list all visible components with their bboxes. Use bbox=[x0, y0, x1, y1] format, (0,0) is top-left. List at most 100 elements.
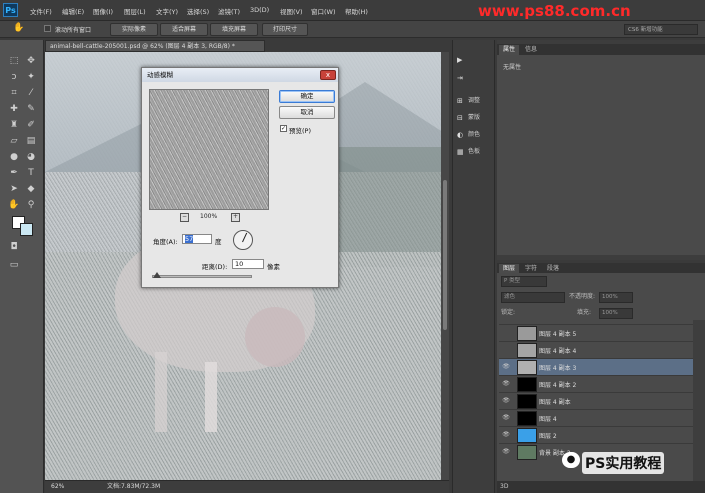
menu-filter[interactable]: 滤镜(T) bbox=[218, 6, 240, 16]
type-tool-icon[interactable]: T bbox=[25, 168, 37, 179]
angle-value: 57 bbox=[185, 235, 194, 243]
ok-button[interactable]: 确定 bbox=[279, 90, 335, 103]
tab-info[interactable]: 信息 bbox=[521, 45, 541, 55]
menu-3d[interactable]: 3D(D) bbox=[250, 6, 269, 14]
play-panel-button[interactable]: ▶ bbox=[457, 56, 468, 64]
angle-label: 角度(A): bbox=[153, 238, 178, 246]
layer-row[interactable]: 图层 4 副本 4 bbox=[499, 341, 693, 358]
visibility-eye-icon[interactable] bbox=[502, 346, 510, 353]
visibility-eye-icon[interactable]: 👁 bbox=[502, 414, 510, 421]
healing-brush-icon[interactable]: ✚ bbox=[8, 104, 20, 115]
history-panel-button[interactable]: ⇥ bbox=[457, 74, 468, 82]
visibility-eye-icon[interactable] bbox=[502, 329, 510, 336]
eraser-icon[interactable]: ▱ bbox=[8, 136, 20, 147]
layer-row[interactable]: 图层 4 副本 5 bbox=[499, 324, 693, 341]
visibility-eye-icon[interactable]: 👁 bbox=[502, 363, 510, 370]
actual-pixels-button[interactable]: 实际像素 bbox=[110, 23, 158, 36]
masks-panel-button[interactable]: ⊟ 蒙版 bbox=[457, 112, 480, 122]
menu-select[interactable]: 选择(S) bbox=[187, 6, 209, 16]
move-tool-icon[interactable]: ✥ bbox=[25, 56, 37, 67]
preview-zoom: 100% bbox=[200, 213, 218, 220]
visibility-eye-icon[interactable]: 👁 bbox=[502, 431, 510, 438]
hand-tool-icon[interactable]: ✋ bbox=[13, 23, 24, 33]
scrollbar-thumb[interactable] bbox=[443, 180, 447, 330]
zoom-in-button[interactable]: + bbox=[231, 213, 240, 222]
layers-scrollbar[interactable] bbox=[693, 320, 705, 493]
layer-name: 图层 4 副本 5 bbox=[539, 331, 577, 338]
motion-blur-dialog: 动感模糊 x − 100% + 确定 取消 ✓ 预览(P) 角度(A): 57 … bbox=[141, 67, 339, 288]
distance-slider-thumb[interactable] bbox=[153, 272, 161, 278]
preview-checkbox[interactable]: ✓ bbox=[280, 125, 287, 132]
layer-row[interactable]: 👁 图层 4 副本 2 bbox=[499, 375, 693, 392]
adjustments-panel-button[interactable]: ⊞ 调整 bbox=[457, 95, 480, 105]
magic-wand-icon[interactable]: ✦ bbox=[25, 72, 37, 83]
swatches-label: 色板 bbox=[468, 148, 481, 155]
visibility-eye-icon[interactable]: 👁 bbox=[502, 397, 510, 404]
background-color[interactable] bbox=[20, 223, 33, 236]
crop-tool-icon[interactable]: ⌗ bbox=[8, 88, 20, 99]
clone-stamp-icon[interactable]: ♜ bbox=[8, 120, 20, 131]
gradient-icon[interactable]: ▤ bbox=[25, 136, 37, 147]
fill-screen-button[interactable]: 填充屏幕 bbox=[210, 23, 258, 36]
menu-file[interactable]: 文件(F) bbox=[30, 6, 52, 16]
mask-icon: ⊟ bbox=[457, 113, 463, 122]
menu-view[interactable]: 视图(V) bbox=[280, 6, 303, 16]
scroll-all-checkbox[interactable] bbox=[44, 25, 51, 32]
visibility-eye-icon[interactable]: 👁 bbox=[502, 448, 510, 455]
layer-row[interactable]: 👁 图层 2 bbox=[499, 426, 693, 443]
layer-name: 图层 4 副本 2 bbox=[539, 382, 577, 389]
menu-image[interactable]: 图像(I) bbox=[93, 6, 113, 16]
properties-body bbox=[497, 55, 705, 255]
opacity-input[interactable]: 100% bbox=[599, 292, 633, 303]
menu-type[interactable]: 文字(Y) bbox=[156, 6, 178, 16]
menu-edit[interactable]: 编辑(E) bbox=[62, 6, 84, 16]
layer-thumbnail bbox=[517, 445, 537, 460]
brush-tool-icon[interactable]: ✎ bbox=[25, 104, 37, 115]
layer-thumbnail bbox=[517, 377, 537, 392]
blend-mode-select[interactable]: 滤色 bbox=[501, 292, 565, 303]
print-size-button[interactable]: 打印尺寸 bbox=[262, 23, 308, 36]
eyedropper-icon[interactable]: ⁄ bbox=[25, 88, 37, 99]
path-select-icon[interactable]: ➤ bbox=[8, 184, 20, 195]
tab-properties[interactable]: 属性 bbox=[499, 45, 520, 55]
3d-panel-tab[interactable]: 3D bbox=[497, 481, 705, 493]
hand-icon[interactable]: ✋ bbox=[8, 200, 20, 211]
lasso-tool-icon[interactable]: ↄ bbox=[8, 72, 20, 83]
zoom-level[interactable]: 62% bbox=[51, 481, 64, 493]
kind-filter-select[interactable]: P 类型 bbox=[501, 276, 547, 287]
distance-slider[interactable] bbox=[152, 275, 252, 278]
dodge-tool-icon[interactable]: ◕ bbox=[25, 152, 37, 163]
marquee-tool-icon[interactable]: ⬚ bbox=[8, 56, 20, 67]
quick-mask-icon[interactable]: ◘ bbox=[8, 242, 20, 253]
visibility-eye-icon[interactable]: 👁 bbox=[502, 380, 510, 387]
fill-input[interactable]: 100% bbox=[599, 308, 633, 319]
lock-label: 锁定: bbox=[501, 309, 516, 316]
document-tab[interactable]: animal-bell-cattle-205001.psd @ 62% (图层 … bbox=[45, 40, 265, 52]
blur-tool-icon[interactable]: ● bbox=[8, 152, 20, 163]
layer-row[interactable]: 👁 图层 4 副本 bbox=[499, 392, 693, 409]
angle-input[interactable]: 57 bbox=[182, 234, 212, 244]
menu-layer[interactable]: 图层(L) bbox=[124, 6, 146, 16]
zoom-out-button[interactable]: − bbox=[180, 213, 189, 222]
history-brush-icon[interactable]: ✐ bbox=[25, 120, 37, 131]
workspace-select[interactable]: CS6 新增功能 bbox=[624, 24, 698, 35]
layer-name: 图层 4 副本 3 bbox=[539, 365, 577, 372]
menu-help[interactable]: 帮助(H) bbox=[345, 6, 368, 16]
pen-tool-icon[interactable]: ✒ bbox=[8, 168, 20, 179]
layer-row[interactable]: 👁 图层 4 bbox=[499, 409, 693, 426]
properties-tabs: 属性 信息 bbox=[497, 44, 705, 55]
cancel-button[interactable]: 取消 bbox=[279, 106, 335, 119]
swatches-panel-button[interactable]: ▦ 色板 bbox=[457, 146, 480, 156]
close-icon[interactable]: x bbox=[320, 70, 336, 80]
layer-row[interactable]: 👁 图层 4 副本 3 bbox=[499, 358, 693, 375]
lock-bar: 锁定: 填充: 100% bbox=[499, 307, 703, 319]
color-panel-button[interactable]: ◐ 颜色 bbox=[457, 129, 480, 139]
adjustments-icon: ⊞ bbox=[457, 96, 463, 105]
zoom-icon[interactable]: ⚲ bbox=[25, 200, 37, 211]
filter-preview[interactable] bbox=[149, 89, 269, 210]
shape-tool-icon[interactable]: ◆ bbox=[25, 184, 37, 195]
distance-input[interactable]: 10 bbox=[232, 259, 264, 269]
fit-screen-button[interactable]: 适合屏幕 bbox=[160, 23, 208, 36]
menu-window[interactable]: 窗口(W) bbox=[311, 6, 336, 16]
screen-mode-icon[interactable]: ▭ bbox=[8, 260, 20, 271]
